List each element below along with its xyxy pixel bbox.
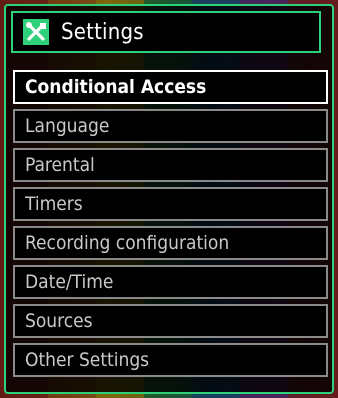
menu-item-label: Recording configuration (25, 232, 230, 254)
menu-item-timers[interactable]: Timers (13, 187, 328, 221)
menu-item-date-time[interactable]: Date/Time (13, 265, 328, 299)
menu-item-label: Parental (25, 154, 95, 176)
menu-item-label: Timers (25, 193, 83, 215)
menu-item-parental[interactable]: Parental (13, 148, 328, 182)
menu-item-label: Conditional Access (25, 76, 207, 98)
menu-item-other-settings[interactable]: Other Settings (13, 343, 328, 377)
page-title: Settings (61, 19, 144, 45)
settings-header: Settings (11, 11, 321, 53)
menu-item-label: Language (25, 115, 110, 137)
settings-menu-list: Conditional Access Language Parental Timers… (13, 70, 328, 382)
menu-item-recording-configuration[interactable]: Recording configuration (13, 226, 328, 260)
menu-item-language[interactable]: Language (13, 109, 328, 143)
menu-item-conditional-access[interactable]: Conditional Access (13, 70, 328, 104)
menu-item-label: Other Settings (25, 349, 150, 371)
tools-icon (23, 19, 49, 45)
menu-item-label: Date/Time (25, 271, 114, 293)
menu-item-label: Sources (25, 310, 93, 332)
tv-screen: Settings Conditional Access Language Paren… (0, 0, 338, 398)
menu-item-sources[interactable]: Sources (13, 304, 328, 338)
